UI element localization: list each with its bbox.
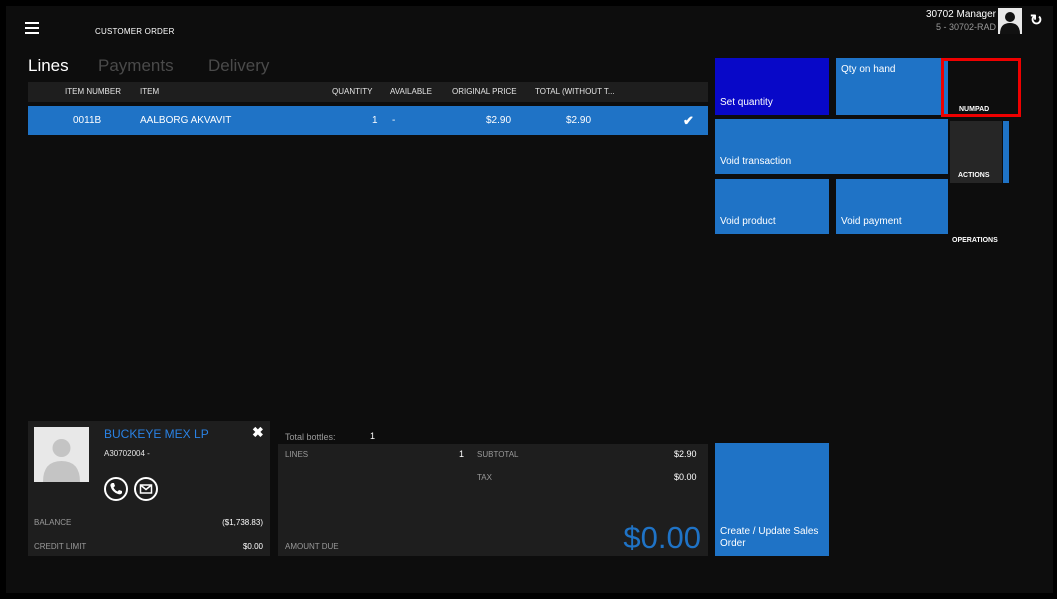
total-bottles-value: 1 — [370, 431, 376, 441]
lines-label: LINES — [285, 450, 309, 459]
col-quantity[interactable]: QUANTITY — [332, 82, 372, 102]
qty-on-hand-button[interactable]: Qty on hand — [836, 58, 948, 115]
credit-limit-value: $0.00 — [242, 542, 263, 551]
customer-panel: BUCKEYE MEX LP ✖ A30702004 - BALANCE ($1… — [28, 421, 270, 556]
tab-payments[interactable]: Payments — [98, 56, 174, 76]
actions-tab-indicator — [1003, 121, 1009, 183]
col-total[interactable]: TOTAL (WITHOUT T... — [535, 82, 615, 102]
refresh-icon[interactable]: ↻ — [1030, 11, 1043, 29]
customer-photo-icon — [34, 427, 89, 482]
cell-total: $2.90 — [566, 115, 592, 126]
subtotal-value: $2.90 — [674, 449, 697, 459]
actions-label: ACTIONS — [958, 172, 990, 179]
customer-account: A30702004 - — [104, 449, 150, 458]
page-title: CUSTOMER ORDER — [95, 27, 175, 36]
customer-name[interactable]: BUCKEYE MEX LP — [104, 427, 209, 441]
balance-value: ($1,738.83) — [222, 518, 263, 527]
tax-value: $0.00 — [674, 472, 697, 482]
col-item-number[interactable]: ITEM NUMBER — [65, 82, 121, 102]
tax-label: TAX — [477, 473, 492, 482]
balance-label: BALANCE — [34, 518, 72, 527]
subtotal-label: SUBTOTAL — [477, 450, 519, 459]
table-row[interactable]: 0011B AALBORG AKVAVIT 1 - $2.90 $2.90 ✔ — [28, 106, 708, 135]
void-payment-button[interactable]: Void payment — [836, 179, 948, 234]
checkmark-icon: ✔ — [683, 113, 694, 128]
amount-due-value: $0.00 — [623, 520, 701, 555]
numpad-label: NUMPAD — [959, 106, 990, 113]
grid-header: ITEM NUMBER ITEM QUANTITY AVAILABLE ORIG… — [28, 82, 708, 102]
set-quantity-button[interactable]: Set quantity — [715, 58, 829, 115]
totals-panel: LINES 1 SUBTOTAL $2.90 TAX $0.00 AMOUNT … — [278, 444, 708, 556]
tab-delivery[interactable]: Delivery — [208, 56, 269, 76]
total-bottles-label: Total bottles: — [285, 432, 336, 442]
user-avatar-icon[interactable] — [998, 8, 1022, 34]
hamburger-menu-icon[interactable] — [25, 22, 39, 34]
col-item[interactable]: ITEM — [140, 82, 159, 102]
cell-item-number: 0011B — [73, 115, 102, 126]
void-product-button[interactable]: Void product — [715, 179, 829, 234]
bottles-summary: Total bottles: 1 — [278, 426, 708, 444]
user-store: 5 - 30702-RAD — [935, 22, 996, 32]
operations-tab[interactable]: OPERATIONS — [950, 186, 1009, 248]
operations-label: OPERATIONS — [952, 237, 998, 244]
col-original-price[interactable]: ORIGINAL PRICE — [452, 82, 517, 102]
create-update-sales-order-button[interactable]: Create / Update Sales Order — [715, 443, 829, 556]
cell-available: - — [392, 115, 396, 126]
phone-icon[interactable] — [104, 477, 128, 501]
col-available[interactable]: AVAILABLE — [390, 82, 432, 102]
void-transaction-button[interactable]: Void transaction — [715, 119, 948, 174]
tab-lines[interactable]: Lines — [28, 56, 69, 76]
cell-item: AALBORG AKVAVIT — [140, 115, 232, 126]
user-name: 30702 Manager — [925, 9, 996, 20]
cell-original-price: $2.90 — [486, 115, 512, 126]
cell-quantity: 1 — [372, 115, 378, 126]
email-icon[interactable] — [134, 477, 158, 501]
actions-tab[interactable]: ACTIONS — [950, 121, 1002, 183]
credit-limit-label: CREDIT LIMIT — [34, 542, 87, 551]
numpad-tab[interactable]: NUMPAD — [941, 58, 1021, 117]
amount-due-label: AMOUNT DUE — [285, 542, 339, 551]
lines-value: 1 — [459, 449, 465, 459]
close-icon[interactable]: ✖ — [252, 424, 264, 441]
